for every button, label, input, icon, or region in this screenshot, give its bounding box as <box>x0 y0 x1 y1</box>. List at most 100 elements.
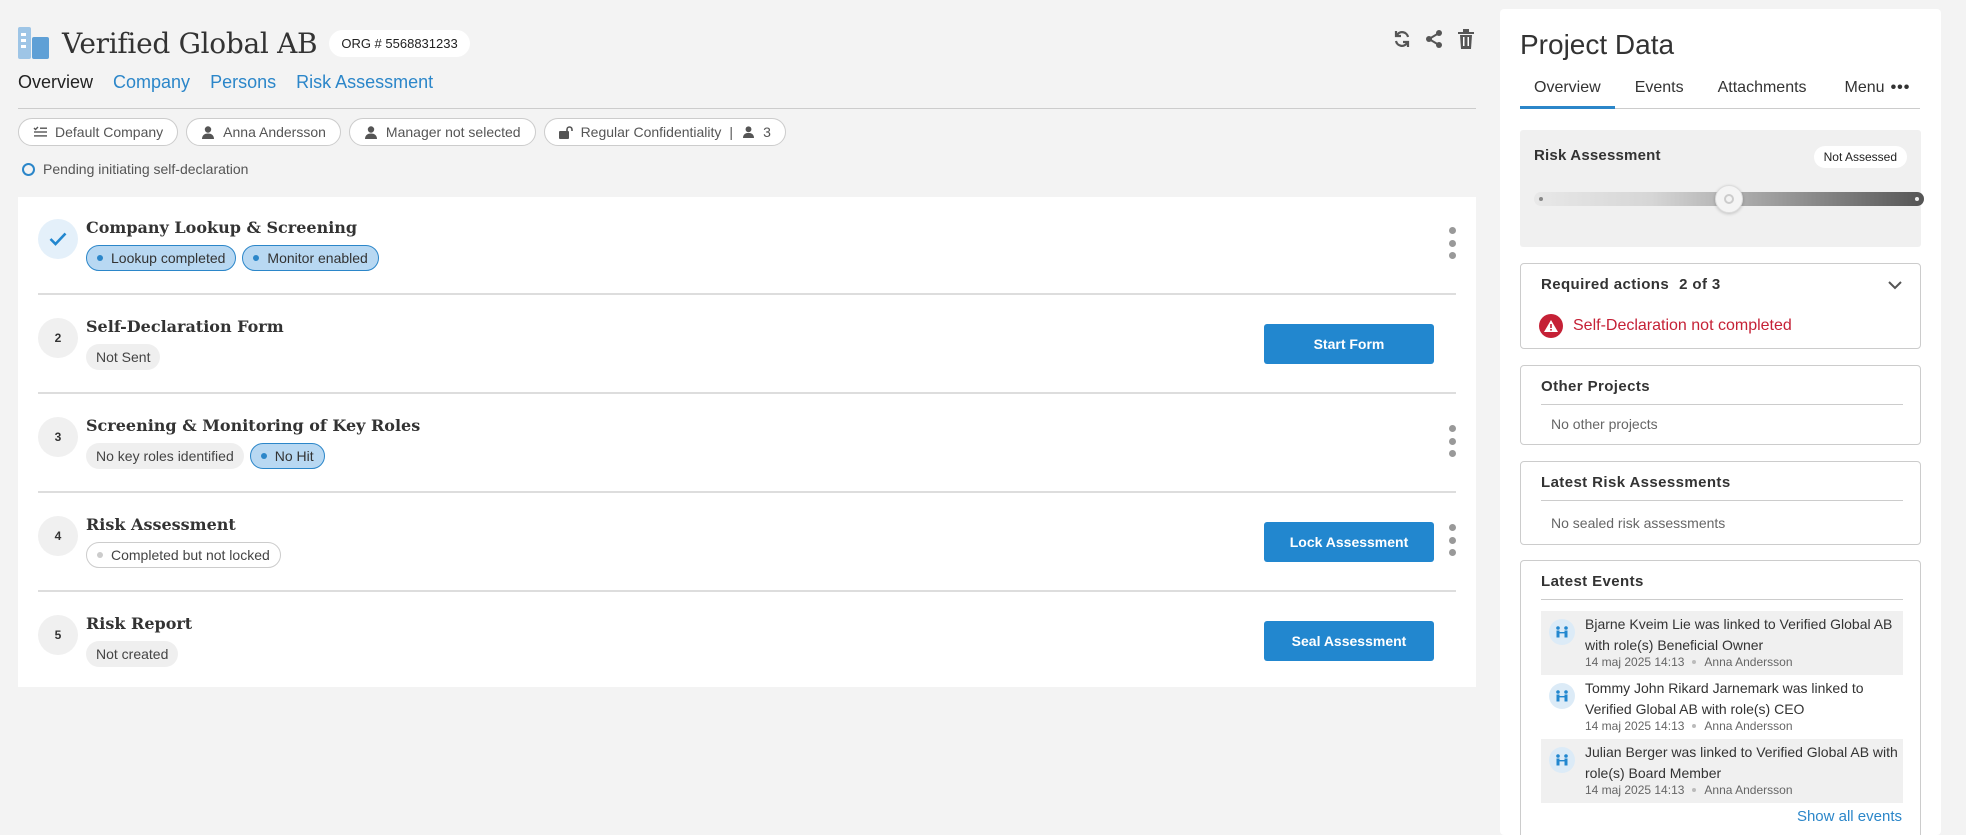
step-divider <box>38 392 1456 394</box>
panel-tab-overview[interactable]: Overview <box>1520 77 1615 109</box>
other-projects-box: Other Projects No other projects <box>1520 365 1921 445</box>
seal-assessment-button[interactable]: Seal Assessment <box>1264 621 1434 661</box>
status-badge: Not Sent <box>86 344 161 370</box>
list-item[interactable]: Julian Berger was linked to Verified Glo… <box>1541 739 1903 803</box>
pending-status: Pending initiating self-declaration <box>22 161 248 177</box>
panel-title: Project Data <box>1520 29 1675 60</box>
start-form-button[interactable]: Start Form <box>1264 324 1434 364</box>
list-item[interactable]: Tommy John Rikard Jarnemark was linked t… <box>1541 675 1903 739</box>
share-icon[interactable] <box>1424 28 1444 50</box>
tab-risk-assessment[interactable]: Risk Assessment <box>296 72 433 93</box>
latest-events-box: Latest Events Bjarne Kveim Lie was linke… <box>1520 560 1921 835</box>
step-tags: Not Sent <box>86 344 161 370</box>
tab-company[interactable]: Company <box>113 72 190 93</box>
lock-assessment-button[interactable]: Lock Assessment <box>1264 522 1434 562</box>
members-count: 3 <box>763 124 771 140</box>
page-title: Verified Global AB <box>62 26 318 60</box>
tab-overview[interactable]: Overview <box>18 72 93 93</box>
step-tags: No key roles identified No Hit <box>86 443 325 469</box>
event-text: Julian Berger was linked to Verified Glo… <box>1585 744 1898 781</box>
status-badge: Completed but not locked <box>86 542 281 568</box>
step-number: 2 <box>38 318 78 358</box>
trash-icon[interactable] <box>1456 28 1476 50</box>
panel-tab-menu[interactable]: Menu ••• <box>1831 77 1925 109</box>
chip-separator: | <box>729 124 734 140</box>
check-icon <box>38 219 78 259</box>
event-text: Bjarne Kveim Lie was linked to Verified … <box>1585 616 1893 653</box>
status-badge: Monitor enabled <box>242 245 379 271</box>
slider-end <box>1915 197 1919 201</box>
risk-slider[interactable] <box>1534 185 1924 213</box>
main-tabs: Overview Company Persons Risk Assessment <box>18 72 433 93</box>
events-list: Bjarne Kveim Lie was linked to Verified … <box>1541 611 1903 803</box>
latest-risk-assessments-box: Latest Risk Assessments No sealed risk a… <box>1520 461 1921 545</box>
status-badge: Not created <box>86 641 179 667</box>
status-badge: No key roles identified <box>86 443 244 469</box>
profile-chip-label: Default Company <box>55 124 164 140</box>
steps-card: Company Lookup & Screening Lookup comple… <box>18 197 1476 687</box>
title-row: Verified Global AB ORG # 5568831233 <box>18 24 470 62</box>
tab-persons[interactable]: Persons <box>210 72 276 93</box>
person-icon <box>741 125 755 139</box>
checklist-icon <box>33 125 47 139</box>
step-divider <box>38 491 1456 493</box>
step-screening-key-roles: 3 Screening & Monitoring of Key Roles No… <box>38 395 1456 493</box>
required-action-text: Self-Declaration not completed <box>1573 317 1792 334</box>
panel-tab-attachments[interactable]: Attachments <box>1704 77 1821 109</box>
required-action-item[interactable]: Self-Declaration not completed <box>1539 314 1792 338</box>
status-badge: No Hit <box>249 443 325 469</box>
event-meta: 14 maj 2025 14:13 Anna Andersson <box>1585 719 1793 733</box>
step-divider <box>38 590 1456 592</box>
required-actions-box: Required actions 2 of 3 Self-Declaration … <box>1520 263 1921 349</box>
latest-risk-header: Latest Risk Assessments <box>1541 474 1731 491</box>
show-all-events-link[interactable]: Show all events <box>1797 808 1902 825</box>
step-title: Self-Declaration Form <box>86 317 284 336</box>
confidentiality-chip-label: Regular Confidentiality <box>580 124 722 140</box>
other-projects-header: Other Projects <box>1541 378 1650 395</box>
more-options-icon[interactable] <box>1448 227 1456 259</box>
step-tags: Completed but not locked <box>86 542 281 568</box>
user-chip-label: Anna Andersson <box>223 124 326 140</box>
header-actions <box>1392 28 1476 50</box>
step-number: 4 <box>38 516 78 556</box>
person-icon <box>364 125 378 139</box>
status-badge: Lookup completed <box>86 245 237 271</box>
user-chip[interactable]: Anna Andersson <box>186 118 341 146</box>
more-options-icon[interactable] <box>1448 425 1456 457</box>
event-meta: 14 maj 2025 14:13 Anna Andersson <box>1585 655 1793 669</box>
person-icon <box>201 125 215 139</box>
step-risk-assessment: 4 Risk Assessment Completed but not lock… <box>38 494 1456 592</box>
step-title: Risk Report <box>86 614 193 633</box>
step-tags: Not created <box>86 641 179 667</box>
latest-risk-empty: No sealed risk assessments <box>1551 515 1726 531</box>
chevron-down-icon[interactable] <box>1886 276 1904 294</box>
pending-ring-icon <box>22 162 35 176</box>
step-title: Screening & Monitoring of Key Roles <box>86 416 421 435</box>
warning-icon <box>1539 314 1563 338</box>
step-tags: Lookup completed Monitor enabled <box>86 245 379 271</box>
step-divider <box>38 293 1456 295</box>
more-options-icon[interactable] <box>1448 524 1456 556</box>
required-actions-header[interactable]: Required actions 2 of 3 <box>1541 276 1721 293</box>
unlock-icon <box>558 125 573 139</box>
confidentiality-chip[interactable]: Regular Confidentiality | 3 <box>543 118 786 146</box>
slider-thumb[interactable] <box>1715 185 1743 213</box>
org-number-badge: ORG # 5568831233 <box>329 29 470 57</box>
step-self-declaration: 2 Self-Declaration Form Not Sent Start F… <box>38 296 1456 394</box>
manager-chip[interactable]: Manager not selected <box>348 118 536 146</box>
list-item[interactable]: Bjarne Kveim Lie was linked to Verified … <box>1541 611 1903 675</box>
refresh-icon[interactable] <box>1392 28 1412 50</box>
risk-assessment-box: Risk Assessment Not Assessed <box>1520 130 1924 247</box>
risk-status-badge: Not Assessed <box>1813 146 1907 168</box>
pending-status-text: Pending initiating self-declaration <box>43 161 249 177</box>
project-data-panel: Project Data Overview Events Attachments… <box>1500 9 1941 835</box>
panel-tab-events[interactable]: Events <box>1621 77 1698 109</box>
link-person-icon <box>1549 747 1575 773</box>
tabs-divider <box>18 108 1476 109</box>
panel-tabs: Overview Events Attachments Menu ••• <box>1520 77 1920 109</box>
step-number: 5 <box>38 615 78 655</box>
company-building-icon <box>18 27 50 59</box>
other-projects-empty: No other projects <box>1551 416 1658 432</box>
info-chips: Default Company Anna Andersson Manager n… <box>18 118 786 146</box>
profile-chip[interactable]: Default Company <box>18 118 179 146</box>
